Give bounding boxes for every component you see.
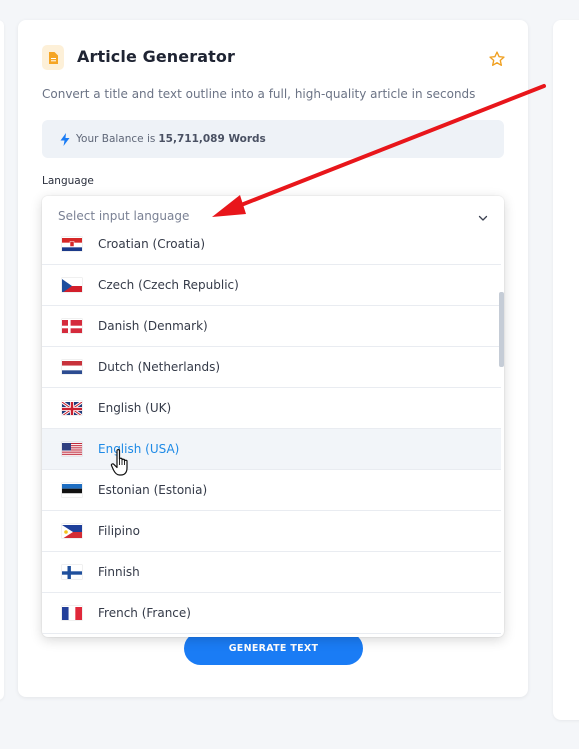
language-option-croatian[interactable]: Croatian (Croatia)	[42, 224, 501, 265]
netherlands-flag-icon	[62, 360, 82, 374]
language-option-dutch[interactable]: Dutch (Netherlands)	[42, 347, 501, 388]
usa-flag-icon	[62, 442, 82, 456]
language-option-english-uk[interactable]: English (UK)	[42, 388, 501, 429]
philippines-flag-icon	[62, 524, 82, 538]
right-panel-edge	[553, 20, 579, 720]
language-option-danish[interactable]: Danish (Denmark)	[42, 306, 501, 347]
uk-flag-icon	[62, 401, 82, 415]
page-subtitle: Convert a title and text outline into a …	[42, 87, 476, 101]
language-option-french[interactable]: French (France)	[42, 593, 501, 634]
page-title: Article Generator	[77, 47, 235, 66]
language-option-filipino[interactable]: Filipino	[42, 511, 501, 552]
language-option-label: Dutch (Netherlands)	[98, 360, 221, 374]
language-select-placeholder: Select input language	[58, 209, 190, 223]
language-option-label: Danish (Denmark)	[98, 319, 208, 333]
language-option-label: English (UK)	[98, 401, 172, 415]
language-option-label: Croatian (Croatia)	[98, 237, 206, 251]
language-option-label: French (France)	[98, 606, 191, 620]
balance-banner: Your Balance is 15,711,089 Words	[42, 120, 504, 158]
favorite-star-icon[interactable]	[488, 50, 506, 68]
language-option-label: English (USA)	[98, 442, 180, 456]
language-option-english-usa[interactable]: English (USA)	[42, 429, 501, 470]
balance-value: 15,711,089 Words	[158, 133, 266, 145]
language-option-label: Finnish	[98, 565, 140, 579]
language-option-finnish[interactable]: Finnish	[42, 552, 501, 593]
language-option-label: Filipino	[98, 524, 140, 538]
croatia-flag-icon	[62, 237, 82, 251]
left-panel-edge	[0, 20, 4, 700]
language-option-label: Estonian (Estonia)	[98, 483, 208, 497]
language-option-label: Czech (Czech Republic)	[98, 278, 239, 292]
language-option-czech[interactable]: Czech (Czech Republic)	[42, 265, 501, 306]
language-option-estonian[interactable]: Estonian (Estonia)	[42, 470, 501, 511]
chevron-down-icon[interactable]	[476, 210, 490, 224]
france-flag-icon	[62, 606, 82, 620]
dropdown-scrollbar[interactable]	[499, 292, 504, 367]
language-dropdown[interactable]: Croatian (Croatia) Czech (Czech Republic…	[42, 196, 504, 637]
bolt-icon	[60, 132, 70, 146]
document-icon	[42, 45, 64, 70]
language-options-list[interactable]: Croatian (Croatia) Czech (Czech Republic…	[42, 224, 501, 634]
czech-flag-icon	[62, 278, 82, 292]
language-select[interactable]: Select input language	[42, 196, 504, 229]
denmark-flag-icon	[62, 319, 82, 333]
language-label: Language	[42, 175, 94, 187]
estonia-flag-icon	[62, 483, 82, 497]
balance-prefix: Your Balance is	[76, 133, 156, 145]
finland-flag-icon	[62, 565, 82, 579]
